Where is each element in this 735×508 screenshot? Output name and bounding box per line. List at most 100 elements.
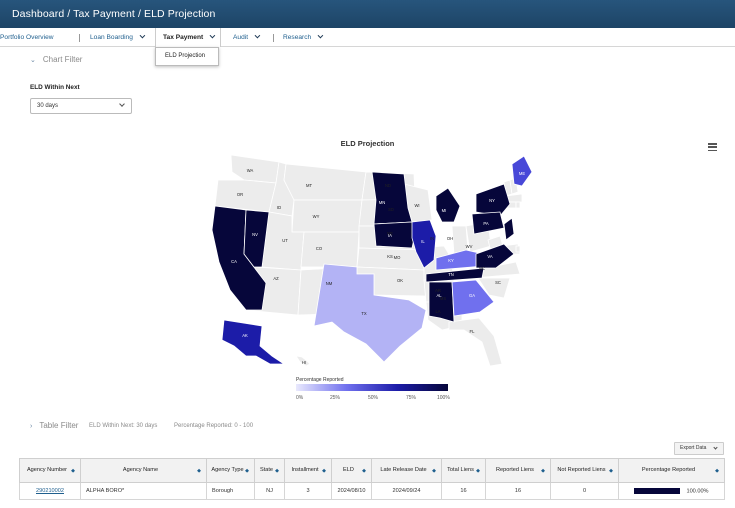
dropdown-item-eld-projection[interactable]: ELD Projection xyxy=(155,47,219,66)
col-agency-name[interactable]: Agency Name ◆ xyxy=(80,458,207,483)
nav-audit[interactable]: Audit xyxy=(233,28,261,47)
label-ky: KY xyxy=(448,258,454,263)
cell-installment: 3 xyxy=(284,482,332,500)
label-mo: MO xyxy=(394,255,401,260)
cell-percentage-reported: 100.00% xyxy=(618,482,725,500)
label-id: ID xyxy=(277,205,281,210)
chevron-down-icon xyxy=(209,32,216,39)
label-wa: WA xyxy=(247,168,254,173)
export-data-button[interactable]: Export Data xyxy=(674,442,724,455)
nav-separator xyxy=(79,34,80,42)
label-ga: GA xyxy=(469,293,475,298)
state-wy xyxy=(291,199,363,233)
state-co xyxy=(300,231,360,268)
label-tx: TX xyxy=(361,311,367,316)
table-filter-title: Table Filter xyxy=(39,421,79,430)
sort-icon: ◆ xyxy=(197,468,201,474)
col-percentage-reported[interactable]: Percentage Reported ◆ xyxy=(618,458,725,483)
chevron-down-icon: ⌄ xyxy=(30,57,36,64)
header-label: Total Liens xyxy=(447,467,474,473)
sort-icon: ◆ xyxy=(715,468,719,474)
col-total-liens[interactable]: Total Liens ◆ xyxy=(441,458,486,483)
sort-icon: ◆ xyxy=(432,468,436,474)
label-wy: WY xyxy=(313,214,320,219)
header-label: Late Release Date xyxy=(380,467,427,473)
sort-icon: ◆ xyxy=(609,468,613,474)
header-label: Not Reported Liens xyxy=(557,467,606,473)
state-ak xyxy=(221,319,286,365)
label-nc: NC xyxy=(479,266,485,271)
chart-filter-title: Chart Filter xyxy=(42,55,83,64)
label-mi: MI xyxy=(442,208,447,213)
legend-title: Percentage Reported xyxy=(296,377,344,383)
label-me: ME xyxy=(519,171,525,176)
nav-portfolio-overview[interactable]: Portfolio Overview xyxy=(0,28,54,47)
us-map: WA OR ID MT WY UT CO AZ NM ND SD NE KS O… xyxy=(211,154,533,367)
header-label: State xyxy=(259,467,274,473)
nav-research[interactable]: Research xyxy=(283,28,324,47)
sort-icon: ◆ xyxy=(245,468,249,474)
legend-tick: 25% xyxy=(330,395,341,401)
state-mi xyxy=(435,187,461,223)
eld-filter-summary: ELD Within Next: 30 days xyxy=(89,423,158,429)
main-nav: Portfolio Overview Loan Boarding Tax Pay… xyxy=(0,28,735,47)
legend-tick: 0% xyxy=(296,395,304,401)
cell-late-release-date: 2024/09/24 xyxy=(371,482,442,500)
percent-value: 100.00% xyxy=(686,488,709,495)
header-label: Percentage Reported xyxy=(641,467,696,473)
table-filter-toggle[interactable]: › Table Filter xyxy=(30,421,78,430)
col-not-reported-liens[interactable]: Not Reported Liens ◆ xyxy=(550,458,619,483)
nav-label: Loan Boarding xyxy=(90,34,133,41)
sort-icon: ◆ xyxy=(275,468,279,474)
breadcrumb: Dashboard / Tax Payment / ELD Projection xyxy=(0,0,735,28)
col-late-release-date[interactable]: Late Release Date ◆ xyxy=(371,458,442,483)
chevron-down-icon xyxy=(317,32,324,39)
col-agency-type[interactable]: Agency Type ◆ xyxy=(206,458,255,483)
chevron-down-icon xyxy=(119,101,125,107)
label-sc: SC xyxy=(495,280,501,285)
nav-loan-boarding[interactable]: Loan Boarding xyxy=(90,28,146,47)
cell-agency-number: 290210002 xyxy=(19,482,81,500)
label-in: IN xyxy=(430,236,434,241)
chevron-right-icon: › xyxy=(30,423,33,430)
cell-total-liens: 16 xyxy=(441,482,486,500)
label-fl: FL xyxy=(470,329,476,334)
col-reported-liens[interactable]: Reported Liens ◆ xyxy=(485,458,551,483)
label-wv: WV xyxy=(466,244,473,249)
col-installment[interactable]: Installment ◆ xyxy=(284,458,332,483)
state-ri xyxy=(515,201,521,209)
eld-within-label: ELD Within Next xyxy=(30,84,80,91)
label-tn: TN xyxy=(448,272,454,277)
sort-icon: ◆ xyxy=(362,468,366,474)
chevron-down-icon xyxy=(139,32,146,39)
state-fl xyxy=(448,317,503,367)
percent-filter-summary: Percentage Reported: 0 - 100 xyxy=(174,423,254,429)
hamburger-menu-icon[interactable] xyxy=(708,143,717,152)
col-state[interactable]: State ◆ xyxy=(254,458,285,483)
chart-title: ELD Projection xyxy=(340,139,395,148)
chart-filter-toggle[interactable]: ⌄ Chart Filter xyxy=(30,55,82,64)
agency-table: Agency Number ◆ Agency Name ◆ Agency Type ◆… xyxy=(19,458,725,500)
cell-eld: 2024/08/10 xyxy=(331,482,372,500)
col-agency-number[interactable]: Agency Number ◆ xyxy=(19,458,81,483)
header-label: Agency Type xyxy=(211,467,244,473)
label-wi: WI xyxy=(414,203,419,208)
col-eld[interactable]: ELD ◆ xyxy=(331,458,372,483)
legend-tick: 50% xyxy=(368,395,379,401)
label-ok: OK xyxy=(397,278,403,283)
percent-bar xyxy=(634,487,681,494)
label-al: AL xyxy=(436,293,442,298)
label-nd: ND xyxy=(385,183,391,188)
nav-tax-payment[interactable]: Tax Payment xyxy=(155,28,222,47)
state-wa xyxy=(230,154,280,184)
export-label: Export Data xyxy=(680,445,707,451)
label-sd: SD xyxy=(388,207,394,212)
nav-label: Tax Payment xyxy=(163,34,204,41)
eld-within-select[interactable]: 30 days xyxy=(30,98,132,114)
table-row: 290210002 ALPHA BORO* Borough NJ 3 2024/… xyxy=(19,482,725,500)
cell-reported-liens: 16 xyxy=(485,482,551,500)
state-al xyxy=(428,281,455,323)
agency-number-link[interactable]: 290210002 xyxy=(36,488,64,494)
label-co: CO xyxy=(316,246,323,251)
label-ia: IA xyxy=(388,233,392,238)
